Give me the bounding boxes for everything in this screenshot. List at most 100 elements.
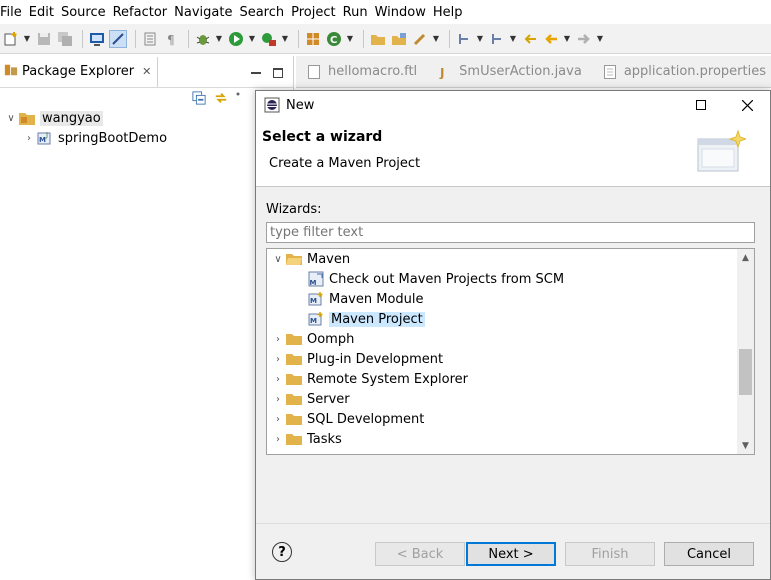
menu-edit[interactable]: Edit: [29, 5, 61, 20]
tree-item-springbootdemo[interactable]: › MJ springBootDemo: [22, 128, 167, 148]
chevron-right-icon[interactable]: ›: [22, 133, 36, 144]
tab-hellomacro[interactable]: hellomacro.ftl: [296, 57, 427, 87]
back-arrow-icon[interactable]: [542, 30, 560, 48]
menu-refactor[interactable]: Refactor: [113, 5, 175, 20]
debug-icon[interactable]: [194, 30, 212, 48]
chevron-right-icon[interactable]: ›: [271, 334, 285, 345]
tree-item-oomph[interactable]: › Oomph: [271, 329, 354, 349]
view-window-controls: [251, 67, 293, 78]
chevron-down-icon[interactable]: ▼: [563, 30, 571, 48]
new-icon[interactable]: [2, 30, 20, 48]
toggle-mark-icon[interactable]: [109, 29, 127, 48]
next-button[interactable]: Next >: [466, 542, 556, 566]
menu-search[interactable]: Search: [239, 5, 291, 20]
wizard-banner-icon: [694, 129, 748, 177]
tree-scrollbar[interactable]: ▲ ▼: [737, 249, 754, 454]
tree-item-label: Check out Maven Projects from SCM: [329, 271, 565, 287]
chevron-down-icon[interactable]: ▼: [281, 30, 289, 48]
tree-item-wangyao[interactable]: ∨ wangyao: [4, 108, 103, 128]
run-icon[interactable]: [227, 30, 245, 48]
save-all-icon[interactable]: [56, 30, 74, 48]
chevron-down-icon[interactable]: ▼: [346, 30, 354, 48]
scroll-down-icon[interactable]: ▼: [737, 437, 754, 454]
tree-item-maven-project[interactable]: M Maven Project: [307, 309, 425, 329]
tree-item-checkout-maven-scm[interactable]: M Check out Maven Projects from SCM: [307, 269, 564, 289]
chevron-down-icon[interactable]: ▼: [596, 30, 604, 48]
whitespace-icon[interactable]: ¶: [162, 30, 180, 48]
package-explorer-label: Package Explorer: [22, 64, 135, 79]
chevron-right-icon[interactable]: ›: [271, 414, 285, 425]
link-with-editor-icon[interactable]: [213, 90, 229, 106]
save-icon[interactable]: [35, 30, 53, 48]
new-class-icon[interactable]: C: [325, 30, 343, 48]
menu-project[interactable]: Project: [291, 5, 342, 20]
collapse-all-icon[interactable]: [191, 90, 207, 106]
tree-item-maven-module[interactable]: M Maven Module: [307, 289, 424, 309]
folder-icon: [285, 331, 303, 347]
help-icon[interactable]: ?: [272, 542, 292, 562]
chevron-right-icon[interactable]: ›: [271, 434, 285, 445]
dialog-body: Wizards: ∨ Maven M Check out Maven Proje…: [256, 187, 770, 523]
external-tools-icon[interactable]: [260, 30, 278, 48]
chevron-down-icon[interactable]: ▼: [509, 30, 517, 48]
prev-annotation-icon[interactable]: [488, 30, 506, 48]
tree-item-server[interactable]: › Server: [271, 389, 350, 409]
dialog-header: Select a wizard Create a Maven Project: [256, 119, 770, 187]
minimize-icon[interactable]: [251, 67, 261, 77]
menu-window[interactable]: Window: [375, 5, 433, 20]
close-icon[interactable]: ✕: [142, 65, 151, 78]
open-task-icon[interactable]: [390, 30, 408, 48]
close-icon[interactable]: [724, 91, 770, 119]
svg-text:M: M: [39, 136, 46, 144]
wizard-tree[interactable]: ∨ Maven M Check out Maven Projects from …: [266, 248, 755, 455]
chevron-down-icon[interactable]: ▼: [215, 30, 223, 48]
last-edit-icon[interactable]: [521, 30, 539, 48]
file-icon: [308, 64, 322, 79]
view-menu-icon[interactable]: [235, 90, 241, 106]
scroll-up-icon[interactable]: ▲: [737, 249, 754, 266]
page-description: Create a Maven Project: [269, 156, 421, 171]
tree-item-plugin-development[interactable]: › Plug-in Development: [271, 349, 443, 369]
search-icon[interactable]: [411, 30, 429, 48]
tab-smuseraction[interactable]: J SmUserAction.java: [427, 57, 592, 87]
chevron-right-icon[interactable]: ›: [271, 354, 285, 365]
tree-item-tasks[interactable]: › Tasks: [271, 429, 342, 449]
chevron-down-icon[interactable]: ∨: [4, 113, 18, 124]
chevron-down-icon[interactable]: ▼: [23, 30, 31, 48]
tab-label: application.properties: [623, 64, 766, 79]
chevron-down-icon[interactable]: ▼: [432, 30, 440, 48]
finish-button[interactable]: Finish: [565, 542, 655, 566]
tree-item-label: Server: [307, 391, 350, 407]
tab-application-properties[interactable]: application.properties: [592, 57, 771, 87]
tree-item-sql-development[interactable]: › SQL Development: [271, 409, 424, 429]
block-select-icon[interactable]: [141, 30, 159, 48]
terminal-icon[interactable]: [88, 30, 106, 48]
cancel-button[interactable]: Cancel: [664, 542, 754, 566]
tab-package-explorer[interactable]: Package Explorer ✕: [0, 56, 159, 87]
tree-item-label: Tasks: [307, 431, 342, 447]
chevron-down-icon[interactable]: ∨: [271, 254, 285, 265]
filter-input[interactable]: [266, 222, 755, 243]
svg-text:J: J: [439, 66, 444, 79]
back-button[interactable]: < Back: [375, 542, 465, 566]
open-type-icon[interactable]: [369, 30, 387, 48]
next-annotation-icon[interactable]: [455, 30, 473, 48]
menu-file[interactable]: File: [0, 5, 29, 20]
menu-source[interactable]: Source: [61, 5, 113, 20]
chevron-right-icon[interactable]: ›: [271, 374, 285, 385]
scrollbar-thumb[interactable]: [739, 349, 752, 395]
eclipse-icon: [264, 97, 280, 113]
maximize-icon[interactable]: [678, 91, 724, 119]
chevron-down-icon[interactable]: ▼: [248, 30, 256, 48]
tree-item-remote-system-explorer[interactable]: › Remote System Explorer: [271, 369, 468, 389]
menu-run[interactable]: Run: [343, 5, 375, 20]
menu-help[interactable]: Help: [433, 5, 470, 20]
forward-arrow-icon[interactable]: [575, 30, 593, 48]
new-java-project-icon[interactable]: [304, 30, 322, 48]
tree-item-maven[interactable]: ∨ Maven: [271, 249, 350, 269]
svg-text:M: M: [310, 317, 317, 325]
chevron-down-icon[interactable]: ▼: [476, 30, 484, 48]
chevron-right-icon[interactable]: ›: [271, 394, 285, 405]
maximize-icon[interactable]: [273, 67, 283, 78]
menu-navigate[interactable]: Navigate: [174, 5, 239, 20]
